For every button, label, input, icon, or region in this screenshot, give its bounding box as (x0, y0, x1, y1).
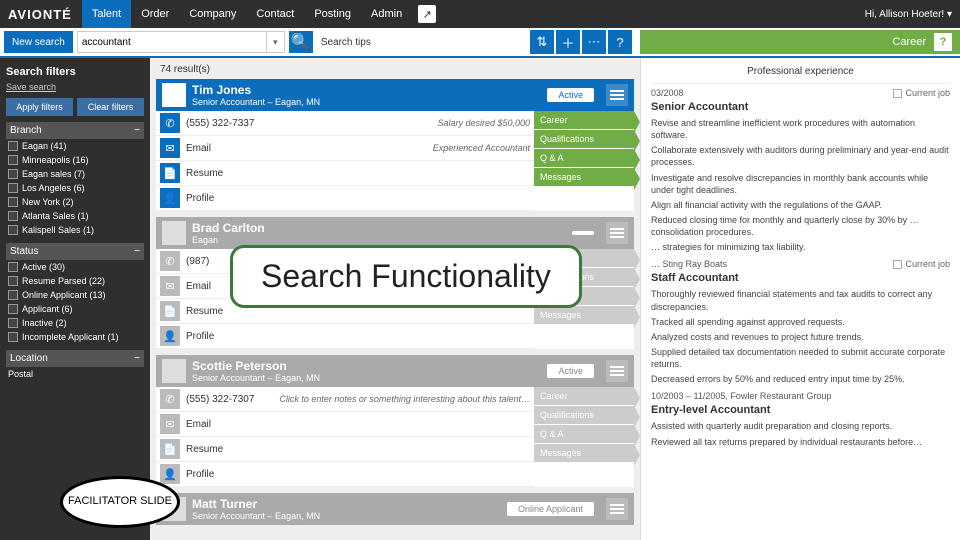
detail-help-icon[interactable]: ? (934, 33, 952, 51)
detail-header: Professional experience (651, 64, 950, 84)
status-item[interactable]: Applicant (6) (6, 302, 144, 316)
status-badge: Active (547, 364, 594, 378)
nav-contact[interactable]: Contact (246, 0, 304, 28)
status-item[interactable]: Incomplete Applicant (1) (6, 330, 144, 344)
avatar-icon (162, 221, 186, 245)
phone-icon: ✆ (160, 251, 180, 271)
search-dropdown-caret[interactable]: ▾ (267, 31, 285, 53)
results-count: 74 result(s) (160, 64, 634, 75)
nav-admin[interactable]: Admin (361, 0, 412, 28)
nav-order[interactable]: Order (131, 0, 179, 28)
brand-logo: AVIONTÉ (8, 7, 72, 22)
avatar-icon (162, 83, 186, 107)
search-go-button[interactable]: 🔍 (289, 31, 313, 53)
branch-item[interactable]: Minneapolis (16) (6, 153, 144, 167)
popout-icon[interactable]: ↗ (418, 5, 436, 23)
clear-filters-button[interactable]: Clear filters (77, 98, 144, 116)
detail-tab-bar: Career ? (640, 30, 960, 54)
talent-card[interactable]: Matt TurnerSenior Accountant – Eagan, MN… (156, 493, 634, 525)
tag-career[interactable]: Career (534, 111, 634, 130)
nav-company[interactable]: Company (179, 0, 246, 28)
top-nav: AVIONTÉ Talent Order Company Contact Pos… (0, 0, 960, 28)
avatar-icon (162, 359, 186, 383)
facilitator-badge: FACILITATOR SLIDE (60, 476, 180, 528)
phone-icon: ✆ (160, 389, 180, 409)
resume-icon: 📄 (160, 301, 180, 321)
tag-msg[interactable]: Messages (534, 168, 634, 187)
help-icon[interactable]: ? (608, 30, 632, 54)
job-title: Staff Accountant (651, 272, 950, 284)
detail-tab-career[interactable]: Career (892, 36, 926, 48)
nav-talent[interactable]: Talent (82, 0, 131, 28)
search-input[interactable] (77, 31, 267, 53)
talent-card[interactable]: Tim JonesSenior Accountant – Eagan, MN A… (156, 79, 634, 211)
status-badge: Active (547, 88, 594, 102)
branch-item[interactable]: Kalispell Sales (1) (6, 223, 144, 237)
status-item[interactable]: Online Applicant (13) (6, 288, 144, 302)
filter-group-location[interactable]: Location− (6, 350, 144, 367)
status-badge (572, 231, 594, 235)
phone-icon: ✆ (160, 113, 180, 133)
user-greeting[interactable]: Hi, Allison Hoeter! ▾ (865, 9, 952, 20)
card-menu-icon[interactable] (606, 498, 628, 520)
sidebar-title: Search filters (6, 66, 144, 78)
talent-card[interactable]: Scottie PetersonSenior Accountant – Eaga… (156, 355, 634, 487)
branch-item[interactable]: Atlanta Sales (1) (6, 209, 144, 223)
save-search-link[interactable]: Save search (6, 82, 144, 92)
card-menu-icon[interactable] (606, 360, 628, 382)
filter-group-status[interactable]: Status− (6, 243, 144, 260)
branch-item[interactable]: Los Angeles (6) (6, 181, 144, 195)
email-icon: ✉ (160, 276, 180, 296)
nav-posting[interactable]: Posting (304, 0, 361, 28)
card-menu-icon[interactable] (606, 222, 628, 244)
email-icon: ✉ (160, 138, 180, 158)
job-title: Senior Accountant (651, 101, 950, 113)
status-item[interactable]: Inactive (2) (6, 316, 144, 330)
resume-icon: 📄 (160, 163, 180, 183)
profile-icon: 👤 (160, 326, 180, 346)
status-item[interactable]: Resume Parsed (22) (6, 274, 144, 288)
more-icon[interactable]: ⋯ (582, 30, 606, 54)
search-toolbar: New search ▾ 🔍 Search tips ⇅ ＋ ⋯ ? Caree… (0, 28, 960, 58)
card-menu-icon[interactable] (606, 84, 628, 106)
apply-filters-button[interactable]: Apply filters (6, 98, 73, 116)
tag-qual[interactable]: Qualifications (534, 130, 634, 149)
status-item[interactable]: Active (30) (6, 260, 144, 274)
slide-title-overlay: Search Functionality (230, 245, 582, 308)
filter-sidebar: Search filters Save search Apply filters… (0, 58, 150, 540)
branch-item[interactable]: Eagan (41) (6, 139, 144, 153)
profile-icon: 👤 (160, 188, 180, 208)
status-badge: Online Applicant (507, 502, 594, 516)
add-icon[interactable]: ＋ (556, 30, 580, 54)
branch-item[interactable]: Eagan sales (7) (6, 167, 144, 181)
search-tips-link[interactable]: Search tips (321, 37, 371, 48)
sort-icon[interactable]: ⇅ (530, 30, 554, 54)
new-search-button[interactable]: New search (4, 31, 73, 53)
job-title: Entry-level Accountant (651, 404, 950, 416)
branch-item[interactable]: New York (2) (6, 195, 144, 209)
profile-icon: 👤 (160, 464, 180, 484)
location-postal: Postal (6, 367, 144, 381)
email-icon: ✉ (160, 414, 180, 434)
tag-qa[interactable]: Q & A (534, 149, 634, 168)
resume-icon: 📄 (160, 439, 180, 459)
detail-pane: Professional experience 03/2008Current j… (640, 58, 960, 540)
filter-group-branch[interactable]: Branch− (6, 122, 144, 139)
